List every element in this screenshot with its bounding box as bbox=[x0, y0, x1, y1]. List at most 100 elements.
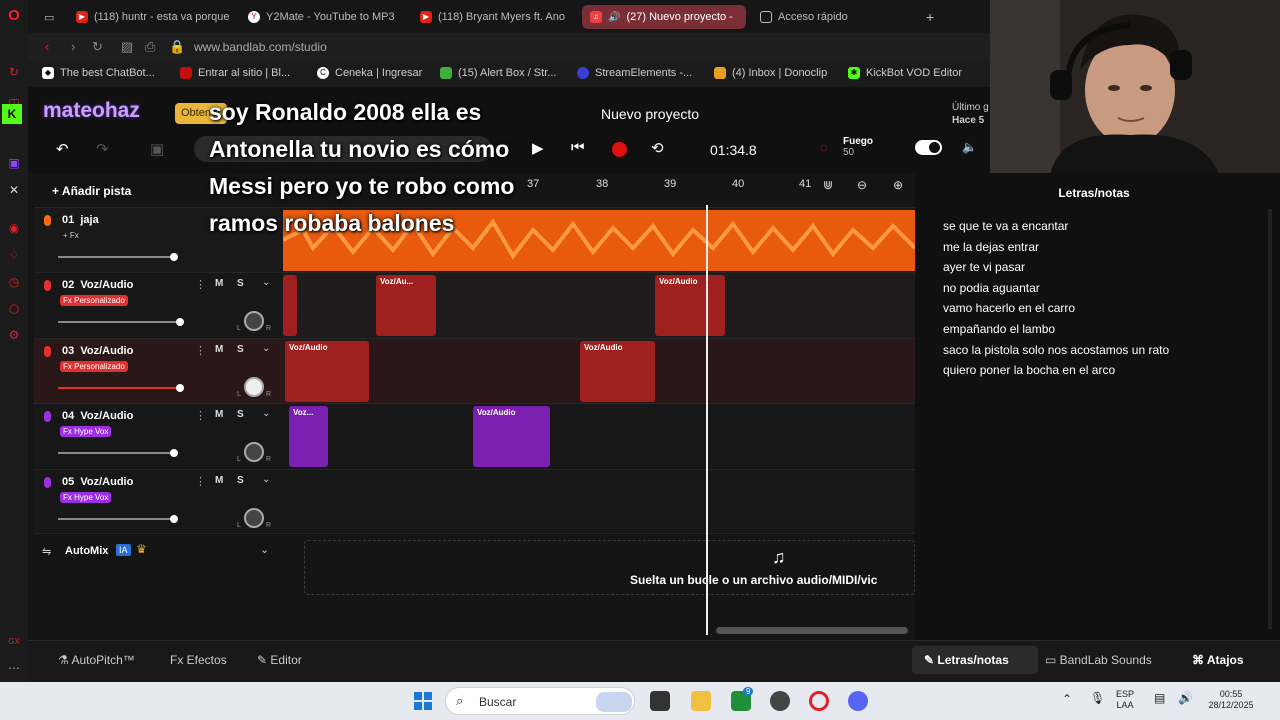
network-icon[interactable]: ▤ bbox=[1154, 692, 1165, 704]
automix-row[interactable]: ⇋ AutoMix IA ♛ ⌄ bbox=[34, 537, 283, 567]
lyric-line[interactable]: me la dejas entrar bbox=[943, 237, 1169, 258]
autopitch-button[interactable]: ⚗ AutoPitch™ bbox=[58, 653, 135, 667]
mute-button[interactable]: M bbox=[215, 344, 223, 355]
redo-icon[interactable]: ↷ bbox=[96, 140, 109, 158]
track-fx[interactable]: Fx Personalizado bbox=[60, 295, 128, 306]
reload-icon[interactable]: ↻ bbox=[92, 39, 103, 55]
kick-icon[interactable]: K bbox=[2, 104, 22, 124]
lyrics-editor[interactable]: se que te va a encantar me la dejas entr… bbox=[943, 216, 1169, 381]
tab-1[interactable]: ▶ (118) huntr - esta va porque bbox=[76, 5, 254, 29]
chevron-down-icon[interactable]: ⌄ bbox=[262, 277, 270, 288]
tab-3[interactable]: ▶ (118) Bryant Myers ft. Ano bbox=[420, 5, 595, 29]
x-icon[interactable]: ✕ bbox=[6, 182, 22, 198]
task-view-icon[interactable] bbox=[650, 691, 670, 711]
volume-tray-icon[interactable]: 🔊 bbox=[1178, 692, 1193, 704]
panel-scrollbar[interactable] bbox=[1268, 209, 1272, 629]
slider-knob[interactable] bbox=[170, 253, 178, 261]
refresh-ring-icon[interactable]: ↻ bbox=[6, 64, 22, 80]
discord-icon[interactable] bbox=[848, 691, 868, 711]
excel-icon[interactable]: 9 bbox=[731, 687, 754, 711]
audio-clip[interactable] bbox=[283, 275, 297, 336]
preset-toggle[interactable] bbox=[915, 140, 942, 155]
gx-icon[interactable]: GX bbox=[6, 634, 22, 650]
chevron-down-icon[interactable]: ⌄ bbox=[262, 474, 270, 485]
chevron-down-icon[interactable]: ⌄ bbox=[260, 543, 269, 556]
forward-icon[interactable]: › bbox=[71, 39, 75, 54]
track-menu-icon[interactable]: ⋮ bbox=[195, 278, 206, 291]
windows-start-icon[interactable] bbox=[414, 692, 432, 710]
print-icon[interactable]: ⎙ bbox=[145, 39, 155, 55]
play-circle-icon[interactable]: ◉ bbox=[6, 220, 22, 236]
lyric-line[interactable]: ayer te vi pasar bbox=[943, 257, 1169, 278]
pan-knob[interactable] bbox=[244, 311, 264, 331]
mute-button[interactable]: M bbox=[215, 409, 223, 420]
bookmark-4[interactable]: (15) Alert Box / Str... bbox=[440, 67, 556, 79]
opera-logo-icon[interactable]: O bbox=[6, 8, 22, 24]
track-fx[interactable]: Fx Personalizado bbox=[60, 361, 128, 372]
mute-button[interactable]: M bbox=[215, 475, 223, 486]
slider-knob[interactable] bbox=[176, 384, 184, 392]
pan-knob[interactable] bbox=[244, 442, 264, 462]
effects-button[interactable]: Fx Efectos bbox=[170, 653, 227, 667]
volume-icon[interactable]: 🔈 bbox=[962, 140, 977, 154]
lyric-line[interactable]: vamo hacerlo en el carro bbox=[943, 298, 1169, 319]
track-lane[interactable]: Voz/Audio Voz/Audio bbox=[283, 339, 915, 404]
preset-panel[interactable]: Fuego 50 bbox=[843, 136, 873, 158]
audio-clip[interactable]: Voz/Audio bbox=[285, 341, 369, 402]
solo-button[interactable]: S bbox=[237, 278, 244, 289]
playhead[interactable] bbox=[706, 205, 708, 635]
track-lane[interactable] bbox=[283, 470, 915, 535]
lyric-line[interactable]: quiero poner la bocha en el arco bbox=[943, 360, 1169, 381]
track-fx[interactable]: Fx Hype Vox bbox=[60, 492, 112, 503]
audio-clip[interactable]: Voz/Au... bbox=[376, 275, 436, 336]
bookmark-3[interactable]: C Ceneka | Ingresar bbox=[317, 67, 422, 79]
layout-icon[interactable]: ▣ bbox=[150, 140, 164, 158]
slider-knob[interactable] bbox=[176, 318, 184, 326]
audio-clip[interactable]: Voz/Audio bbox=[580, 341, 655, 402]
loop-button[interactable]: ⟲ bbox=[651, 139, 664, 157]
clock[interactable]: 00:55 28/12/2025 bbox=[1205, 689, 1257, 711]
bookmark-2[interactable]: Entrar al sitio | Bl... bbox=[180, 67, 290, 79]
taskbar-search[interactable]: ⌕ Buscar bbox=[445, 687, 635, 715]
tab-2[interactable]: Y Y2Mate - YouTube to MP3 bbox=[248, 5, 408, 29]
track-menu-icon[interactable]: ⋮ bbox=[195, 409, 206, 422]
track-menu-icon[interactable]: ⋮ bbox=[195, 475, 206, 488]
app-icon[interactable] bbox=[770, 691, 790, 711]
microphone-icon[interactable]: 🎙 bbox=[1090, 692, 1105, 704]
chevron-up-icon[interactable]: ⌃ bbox=[1062, 693, 1072, 705]
lyric-line[interactable]: saco la pistola solo nos acostamos un ra… bbox=[943, 340, 1169, 361]
opera-taskbar-icon[interactable] bbox=[809, 691, 829, 711]
track-fx[interactable]: Fx Hype Vox bbox=[60, 426, 112, 437]
solo-button[interactable]: S bbox=[237, 409, 244, 420]
editor-button[interactable]: ✎ Editor bbox=[257, 653, 302, 667]
project-title[interactable]: Nuevo proyecto bbox=[601, 106, 699, 122]
cube-icon[interactable]: ⬡ bbox=[6, 301, 22, 317]
chevron-down-icon[interactable]: ⌄ bbox=[262, 408, 270, 419]
solo-button[interactable]: S bbox=[237, 475, 244, 486]
record-button[interactable] bbox=[612, 142, 627, 157]
volume-slider[interactable] bbox=[58, 449, 178, 457]
track-lane[interactable]: Voz/Au... Voz/Audio bbox=[283, 273, 915, 338]
file-explorer-icon[interactable] bbox=[691, 691, 711, 711]
undo-icon[interactable]: ↶ bbox=[56, 140, 69, 158]
settings-icon[interactable]: ⚙ bbox=[6, 327, 22, 343]
track-header[interactable]: 02 Voz/Audio Fx Personalizado ⋮ M S ⌄ L R bbox=[34, 273, 283, 338]
track-header[interactable]: 05 Voz/Audio Fx Hype Vox ⋮ M S ⌄ L R bbox=[34, 470, 283, 535]
slider-knob[interactable] bbox=[170, 515, 178, 523]
bookmark-6[interactable]: (4) Inbox | Donoclip bbox=[714, 67, 827, 79]
pan-knob[interactable] bbox=[244, 508, 264, 528]
track-header[interactable]: 03 Voz/Audio Fx Personalizado ⋮ M S ⌄ L R bbox=[34, 339, 283, 404]
audio-clip[interactable]: Voz... bbox=[289, 406, 328, 467]
tab-4-active[interactable]: ♫ 🔊 (27) Nuevo proyecto - bbox=[582, 5, 746, 29]
audio-clip[interactable]: Voz/Audio bbox=[655, 275, 725, 336]
chevron-down-icon[interactable]: ⌄ bbox=[262, 343, 270, 354]
horizontal-scrollbar[interactable] bbox=[716, 627, 908, 634]
slider-knob[interactable] bbox=[170, 449, 178, 457]
volume-slider[interactable] bbox=[58, 515, 178, 523]
track-menu-icon[interactable]: ⋮ bbox=[195, 344, 206, 357]
pan-knob[interactable] bbox=[244, 377, 264, 397]
bookmark-1[interactable]: ◆ The best ChatBot... bbox=[42, 67, 155, 79]
language-indicator[interactable]: ESP LAA bbox=[1116, 689, 1134, 711]
zoom-out-icon[interactable]: ⊖ bbox=[857, 178, 867, 192]
bookmark-5[interactable]: StreamElements -... bbox=[577, 67, 692, 79]
